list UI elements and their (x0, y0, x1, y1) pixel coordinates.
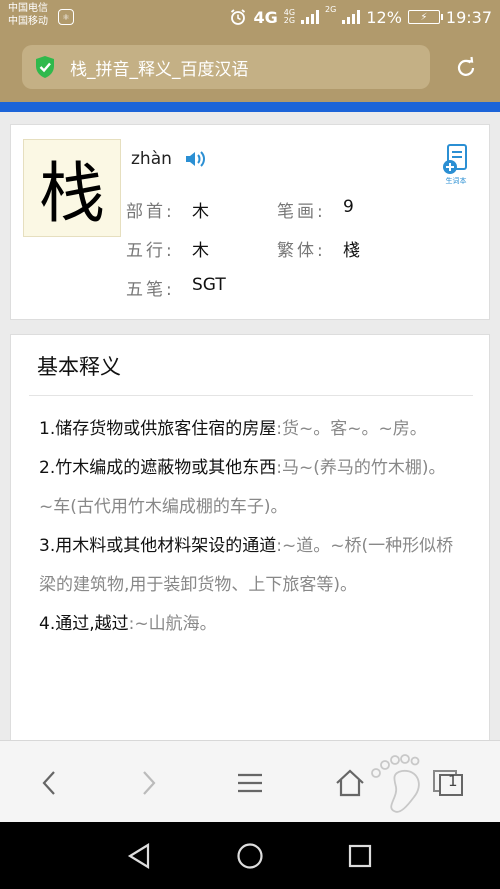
nav-back-button[interactable] (122, 839, 156, 873)
wuxing-row: 五行: 木 (126, 236, 209, 261)
carrier-badge-icon: ⚛ (58, 9, 74, 25)
section-divider (29, 395, 473, 396)
radical-value: 木 (192, 202, 209, 222)
footprint-watermark-icon (371, 754, 420, 813)
radical-row: 部首: 木 (126, 197, 209, 222)
page-title: 栈_拼音_释义_百度汉语 (70, 59, 249, 80)
address-bar[interactable]: 栈_拼音_释义_百度汉语 (22, 45, 430, 89)
tabs-button[interactable]: 1 (428, 763, 468, 803)
section-title: 基本释义 (37, 355, 121, 379)
menu-button[interactable] (230, 763, 270, 803)
character-card: 栈 zhàn 生词本 部首: 木 笔画: 9 五行: 木 繁体: 棧 五笔: S… (10, 124, 490, 320)
status-indicators: 4G 4G 2G 2G 12% ⚡ 19:37 (229, 6, 492, 28)
definition-main: 1.储存货物或供旅客住宿的房屋 (39, 419, 277, 439)
character-glyph: 栈 (23, 139, 121, 237)
traditional-row: 繁体: 棧 (277, 236, 360, 261)
wubi-row: 五笔: SGT (126, 275, 226, 300)
nav-recents-button[interactable] (343, 839, 377, 873)
traditional-value: 棧 (343, 241, 360, 261)
browser-toolbar: 1 (0, 740, 500, 822)
radical-label: 部首: (126, 202, 175, 222)
definitions-card: 基本释义 1.储存货物或供旅客住宿的房屋:货~。客~。~房。 2.竹木编成的遮蔽… (10, 334, 490, 740)
wuxing-label: 五行: (126, 241, 175, 261)
definition-main: 3.用木料或其他材料架设的通道 (39, 536, 277, 556)
nav-home-icon (237, 843, 263, 869)
network-2g-label: 2G (325, 5, 337, 14)
nav-back-icon (127, 843, 150, 869)
carrier-names: 中国电信 中国移动 (8, 2, 48, 28)
shield-check-icon (36, 56, 54, 78)
vocab-book-icon (443, 144, 467, 174)
pinyin-row: zhàn (131, 149, 206, 169)
chevron-left-icon (42, 771, 55, 795)
definition-main: 2.竹木编成的遮蔽物或其他东西 (39, 458, 277, 478)
definition-main: 4.通过,越过 (39, 614, 129, 634)
definition-example: :~山航海。 (128, 614, 217, 634)
alarm-icon (231, 9, 246, 25)
battery-charging-icon: ⚡ (407, 10, 443, 24)
carrier-1: 中国电信 (8, 3, 48, 14)
definition-item: 1.储存货物或供旅客住宿的房屋:货~。客~。~房。 (39, 410, 459, 449)
wubi-label: 五笔: (126, 280, 175, 300)
definition-item: 2.竹木编成的遮蔽物或其他东西:马~(养马的竹木棚)。~车(古代用竹木编成棚的车… (39, 449, 459, 527)
forward-button[interactable] (128, 763, 168, 803)
back-button[interactable] (30, 763, 70, 803)
home-button[interactable] (330, 763, 370, 803)
nav-recents-icon (348, 844, 372, 868)
pinyin-text: zhàn (131, 149, 172, 169)
signal-icon-1 (301, 10, 320, 24)
strokes-row: 笔画: 9 (277, 197, 354, 222)
tabs-count: 1 (448, 772, 458, 790)
wuxing-value: 木 (192, 241, 209, 261)
system-nav-bar (0, 822, 500, 889)
page-content[interactable]: 栈 zhàn 生词本 部首: 木 笔画: 9 五行: 木 繁体: 棧 五笔: S… (0, 112, 500, 740)
network-4g-label: 4G (253, 7, 278, 27)
browser-header: 栈_拼音_释义_百度汉语 (0, 34, 500, 102)
accent-strip (0, 102, 500, 112)
signal-icon-2 (342, 10, 361, 24)
strokes-value: 9 (343, 197, 354, 217)
definition-list: 1.储存货物或供旅客住宿的房屋:货~。客~。~房。 2.竹木编成的遮蔽物或其他东… (39, 410, 459, 644)
add-vocab-button[interactable]: 生词本 (441, 143, 471, 187)
speaker-icon[interactable] (184, 149, 206, 169)
definition-item: 4.通过,越过:~山航海。 (39, 605, 459, 644)
home-icon (336, 769, 364, 797)
vocab-label: 生词本 (445, 177, 467, 185)
wubi-value: SGT (192, 275, 226, 295)
refresh-icon[interactable] (454, 56, 478, 80)
menu-icon (238, 773, 262, 793)
chevron-right-icon (143, 771, 156, 795)
definition-item: 3.用木料或其他材料架设的通道:~道。~桥(一种形似桥梁的建筑物,用于装卸货物、… (39, 527, 459, 605)
status-bar: 中国电信 中国移动 ⚛ 4G 4G 2G 2G 12% ⚡ 19:37 (0, 0, 500, 34)
traditional-label: 繁体: (277, 241, 326, 261)
battery-percent: 12% (366, 7, 402, 27)
nav-home-button[interactable] (233, 839, 267, 873)
definition-example: :货~。客~。~房。 (276, 419, 427, 439)
network-4g-2g: 4G 2G (283, 8, 296, 25)
carrier-2: 中国移动 (8, 16, 48, 27)
strokes-label: 笔画: (277, 202, 326, 222)
clock: 19:37 (445, 7, 492, 27)
